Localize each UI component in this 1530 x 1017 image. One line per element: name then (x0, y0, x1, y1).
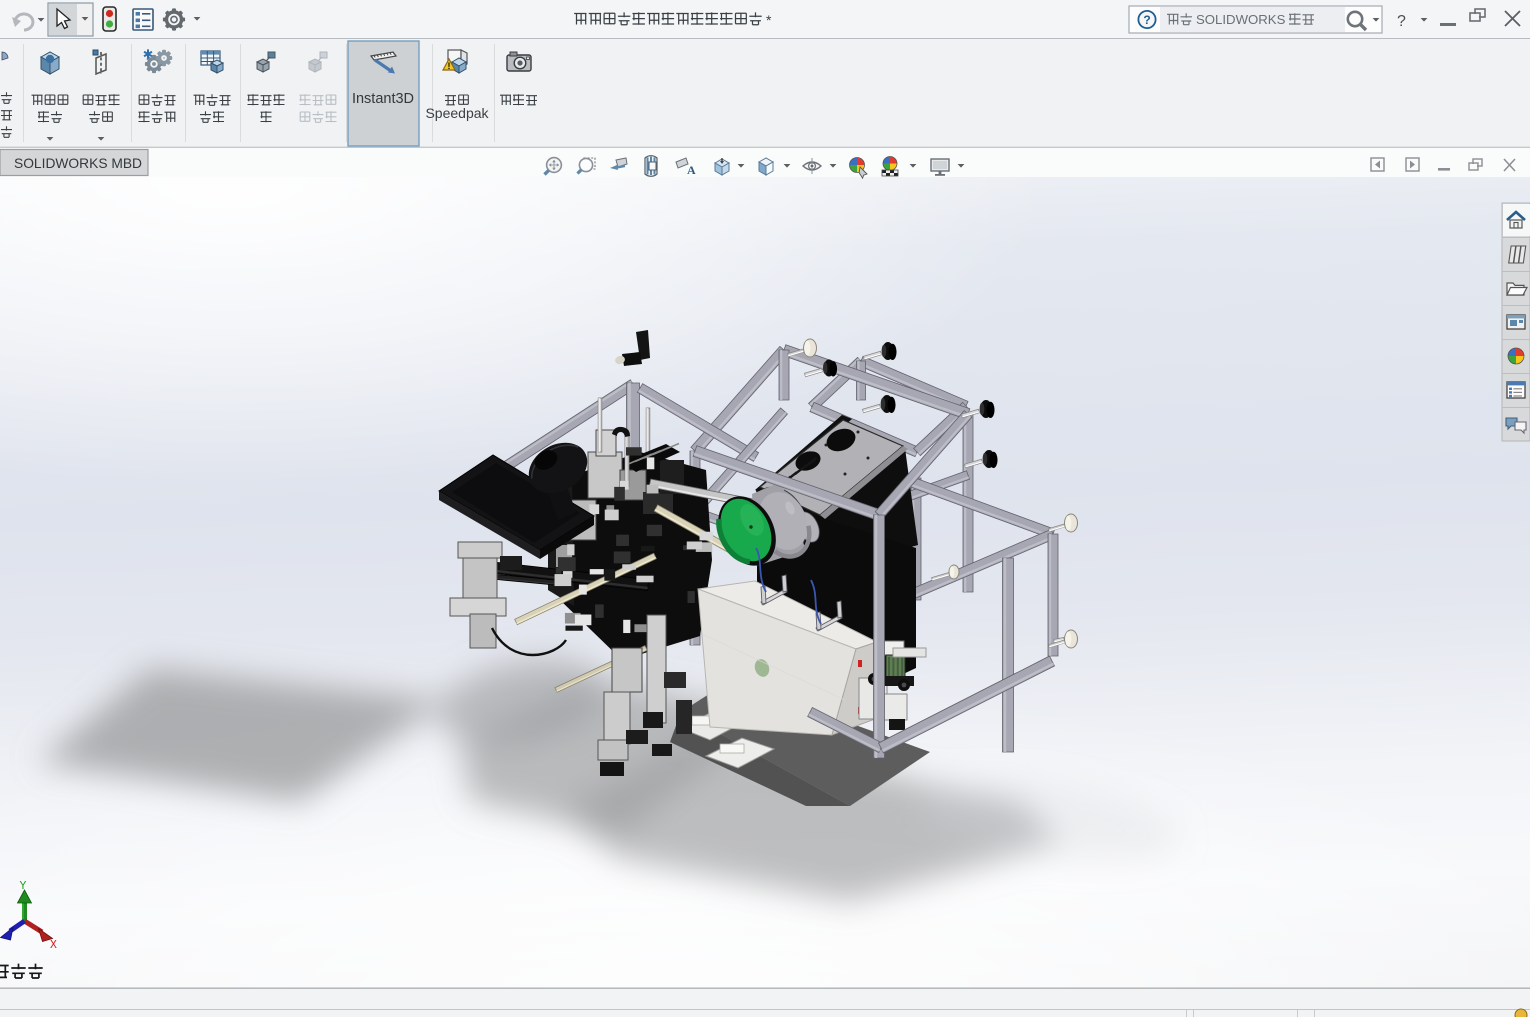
svg-text:*: * (766, 12, 772, 28)
svg-text:Y: Y (20, 880, 27, 893)
svg-text:!: ! (448, 61, 451, 71)
svg-text:A: A (687, 163, 696, 177)
svg-text:Speedpak: Speedpak (425, 105, 489, 121)
svg-text:SOLIDWORKS: SOLIDWORKS (1196, 12, 1286, 27)
svg-text:?: ? (1143, 13, 1150, 27)
svg-text:?: ? (1397, 13, 1406, 30)
svg-text:X: X (50, 939, 57, 952)
svg-text:Instant3D: Instant3D (352, 91, 414, 107)
svg-text:SOLIDWORKS MBD: SOLIDWORKS MBD (14, 156, 142, 171)
